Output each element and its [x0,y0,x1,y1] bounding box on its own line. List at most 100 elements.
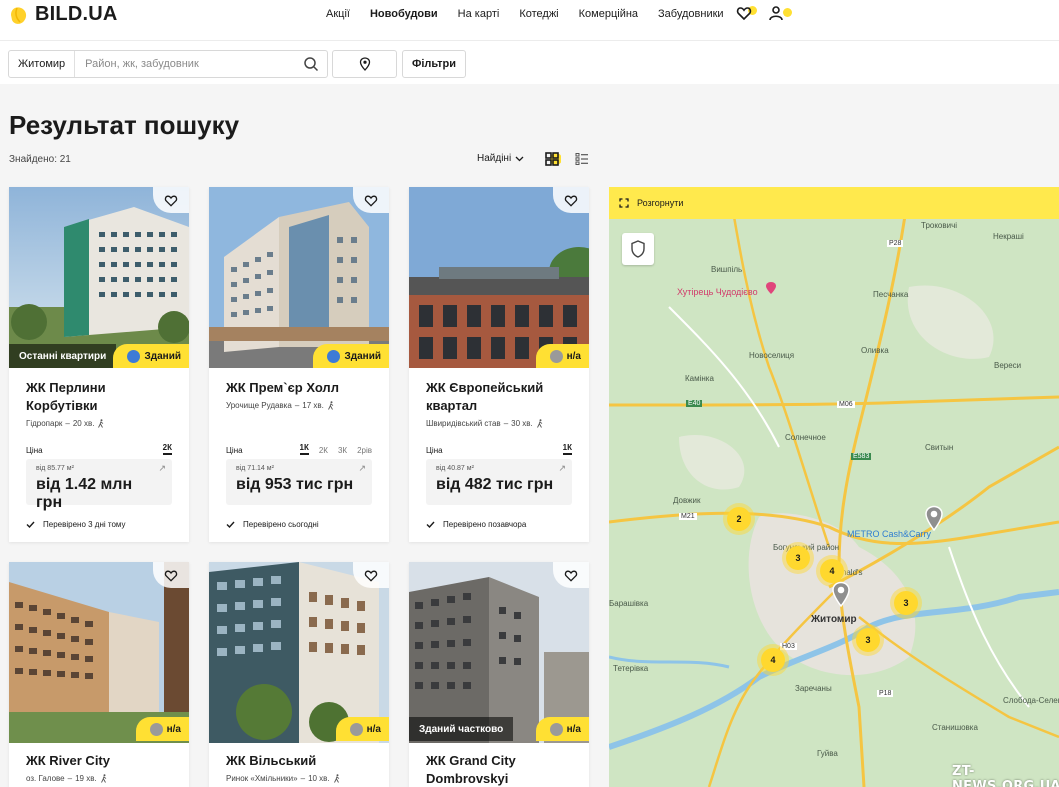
room-type-tab[interactable]: 2рів [357,446,372,455]
poi-pin-icon[interactable] [765,281,777,295]
city-select[interactable]: Житомир [9,51,76,77]
map-label-teterivka: Тетерівка [613,664,649,673]
site-logo[interactable]: BILD.UA [8,3,118,26]
listing-location: Швиридівський став –30 хв. [426,419,572,428]
filters-button[interactable]: Фільтри [402,50,466,78]
walk-icon [98,419,104,428]
top-header: BILD.UA Акції Новобудови На карті Котедж… [0,0,1059,40]
listing-card[interactable]: Зданий ЖК Прем`єр Холл Урочище Рудавка –1… [209,187,389,542]
status-badge: н/а [535,344,589,368]
listing-name[interactable]: ЖК Європейський квартал [426,379,572,415]
list-view-icon[interactable] [575,152,589,166]
area-from: від 40.87 м² [436,465,474,472]
listing-name[interactable]: ЖК River City [26,752,172,770]
grid-view-icon[interactable] [545,152,561,166]
map-label-barashivka: Барашівка [609,599,649,608]
room-type-tab[interactable]: 1К [562,443,572,455]
search-box: Житомир [8,50,328,78]
sort-dropdown[interactable]: Найдіні [477,153,524,164]
map-label-sloboda-selets: Слобода-Селец [1003,696,1059,705]
status-unknown-icon [549,349,563,363]
map-label-novoselytsia: Новоселиця [749,351,795,360]
map-cluster-marker[interactable]: 3 [856,628,880,652]
expand-icon [619,198,629,208]
nav-item-commercial[interactable]: Комерційна [579,8,638,20]
listing-card[interactable]: Останні квартири Зданий ЖК Перлини Корбу… [9,187,189,542]
road-label: H03 [780,643,797,650]
search-bar: Житомир Фільтри [0,40,1059,84]
main-nav: Акції Новобудови На карті Котеджі Комерц… [326,8,724,20]
walk-icon [327,401,334,410]
logo-icon [8,4,30,26]
status-check-icon [327,349,341,363]
nav-item-new-buildings[interactable]: Новобудови [370,8,438,20]
status-unknown-icon [149,722,163,736]
map-cluster-marker[interactable]: 3 [894,591,918,615]
search-icon[interactable] [303,56,319,72]
road-label: E583 [851,453,872,460]
room-type-tab[interactable]: 2К [162,443,172,455]
map-label-zarechany: Заречаны [795,684,832,693]
page-title: Результат пошуку [9,110,240,140]
status-badge: Зданий [113,344,189,368]
price-box[interactable]: від 40.87 м² від 482 тис грн ↗ [426,459,572,505]
room-type-tab[interactable]: 2К [319,446,328,455]
map-label-solnechnoe: Солнечное [785,433,826,442]
map-label-trokovychi: Троковичі [921,221,958,230]
map-expand-button[interactable]: Розгорнути [609,187,1059,219]
search-input[interactable] [75,58,303,70]
results-map[interactable]: Розгорнути Троковичі Некраші Вишпіль Хут… [609,187,1059,787]
map-shield-button[interactable] [622,233,654,265]
price-box[interactable]: від 85.77 м² від 1.42 млн грн ↗ [26,459,172,511]
listing-card[interactable]: н/а ЖК Європейський квартал Швиридівськи… [409,187,589,542]
listing-card[interactable]: Зданий частково н/а ЖК Grand City Dombro… [409,562,589,787]
map-cluster-marker[interactable]: 4 [761,648,785,672]
map-label-huiva: Гуйва [817,749,838,758]
listing-name[interactable]: ЖК Вільський [226,752,372,770]
listing-name[interactable]: ЖК Прем`єр Холл [226,379,372,397]
heart-icon [364,195,378,207]
nav-item-developers[interactable]: Забудовники [658,8,724,20]
map-canvas [609,187,1059,787]
nav-item-cottages[interactable]: Котеджі [519,8,558,20]
heart-icon [564,195,578,207]
nav-item-promos[interactable]: Акції [326,8,350,20]
profile-icon[interactable] [768,5,792,23]
listing-card[interactable]: н/а ЖК River City оз. Галове –19 хв. [9,562,189,787]
heart-icon [564,570,578,582]
nav-item-map[interactable]: На карті [458,8,500,20]
map-pin-icon[interactable] [924,505,944,531]
status-label: н/а [566,350,581,362]
location-button[interactable] [332,50,397,78]
map-label-khutirets: Хутірець Чудодієво [677,287,758,297]
status-label: н/а [166,723,181,735]
map-cluster-marker[interactable]: 4 [820,559,844,583]
check-icon [26,521,35,528]
map-pin-icon[interactable] [831,581,851,607]
status-unknown-icon [349,722,363,736]
map-label-vyshpil: Вишпіль [711,265,743,274]
listing-card[interactable]: н/а ЖК Вільський Ринок «Хмільники» –10 хв… [209,562,389,787]
listing-name[interactable]: ЖК Grand City Dombrovskyi [426,752,572,787]
favorites-icon[interactable] [736,5,757,23]
road-label: E40 [686,400,703,407]
map-label-veresy: Вереси [994,361,1022,370]
sort-label: Найдіні [477,153,512,164]
check-icon [426,521,435,528]
status-badge: н/а [335,717,389,741]
price-box[interactable]: від 71.14 м² від 953 тис грн ↗ [226,459,372,505]
map-label-kaminka: Камінка [685,374,714,383]
results-count: Знайдено: 21 [9,154,71,165]
room-type-tab[interactable]: 1К [299,443,309,455]
heart-icon [164,570,178,582]
map-cluster-marker[interactable]: 2 [727,507,751,531]
room-type-tab[interactable]: 3К [338,446,347,455]
listing-photo [409,187,589,368]
listing-name[interactable]: ЖК Перлини Корбутівки [26,379,172,415]
status-badge: н/а [535,717,589,741]
listing-photo [209,562,389,743]
listing-location: Гідропарк –20 хв. [26,419,172,428]
status-label: н/а [366,723,381,735]
verified-note: Перевірено позавчора [426,520,526,529]
map-cluster-marker[interactable]: 3 [786,546,810,570]
